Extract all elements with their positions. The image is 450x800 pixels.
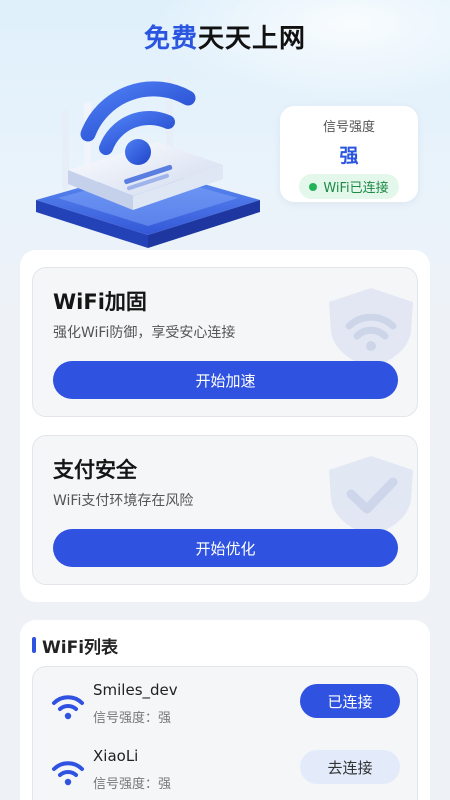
- signal-strength-value: 强: [339, 145, 359, 167]
- wifi-status-badge: WiFi已连接: [299, 174, 399, 199]
- wifi-icon: [52, 695, 84, 720]
- wifi-status-text: WiFi已连接: [323, 181, 389, 196]
- wifi-list-item[interactable]: XiaoLi 信号强度：强 去连接: [33, 743, 419, 800]
- feature-card-wifi-hardening: WiFi加固 强化WiFi防御，享受安心连接 开始加速: [32, 267, 418, 417]
- wifi-icon: [52, 761, 84, 786]
- section-accent-bar: [32, 637, 36, 653]
- wifi-list-item[interactable]: Smiles_dev 信号强度：强 已连接: [33, 677, 419, 737]
- feature-description: 强化WiFi防御，享受安心连接: [53, 325, 236, 341]
- feature-card-payment-security: 支付安全 WiFi支付环境存在风险 开始优化: [32, 435, 418, 585]
- wifi-list: Smiles_dev 信号强度：强 已连接 XiaoLi 信号强度：强 去连接: [32, 666, 418, 800]
- connect-button[interactable]: 去连接: [300, 750, 400, 784]
- shield-wifi-icon: [329, 288, 413, 368]
- signal-strength-label: 信号强度: [322, 120, 375, 135]
- app-title-main: 天天上网: [198, 24, 307, 54]
- feature-panel: WiFi加固 强化WiFi防御，享受安心连接 开始加速 支付安全 WiFi支付环…: [20, 250, 430, 602]
- wifi-signal-strength: 信号强度：强: [93, 777, 172, 792]
- wifi-name: Smiles_dev: [93, 681, 178, 699]
- feature-description: WiFi支付环境存在风险: [53, 493, 194, 509]
- wifi-signal-strength: 信号强度：强: [93, 711, 172, 726]
- wifi-name: XiaoLi: [93, 747, 139, 765]
- start-accelerate-button[interactable]: 开始加速: [53, 361, 398, 399]
- section-title: WiFi列表: [42, 637, 119, 658]
- start-optimize-button[interactable]: 开始优化: [53, 529, 398, 567]
- shield-check-icon: [329, 456, 413, 536]
- feature-title: WiFi加固: [53, 290, 147, 314]
- feature-title: 支付安全: [53, 458, 137, 482]
- router-illustration: [36, 76, 260, 248]
- section-header: WiFi列表: [32, 634, 119, 658]
- app-title: 免费天天上网: [0, 18, 450, 55]
- wifi-list-panel: WiFi列表 Smiles_dev 信号强度：强 已连接 XiaoLi 信号强度…: [20, 620, 430, 800]
- connected-button[interactable]: 已连接: [300, 684, 400, 718]
- status-dot-icon: [309, 182, 318, 191]
- app-title-highlight: 免费: [143, 24, 198, 54]
- signal-card: 信号强度 强 WiFi已连接: [280, 106, 418, 202]
